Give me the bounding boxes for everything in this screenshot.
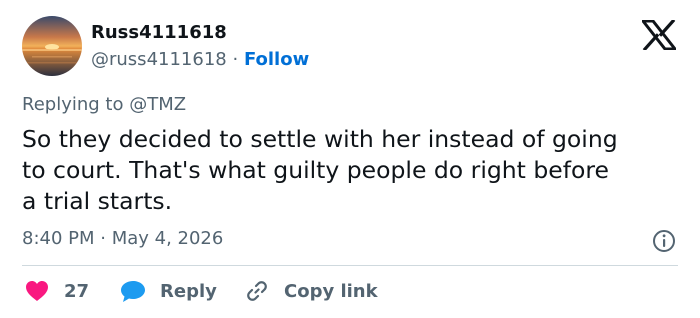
reply-mention-link[interactable]: @TMZ xyxy=(129,94,186,115)
copy-link-label: Copy link xyxy=(284,280,378,302)
like-count: 27 xyxy=(64,280,90,302)
tweet-text-line: to court. That's what guilty people do r… xyxy=(22,156,609,184)
author-handle-line: @russ4111618 · Follow xyxy=(91,48,309,72)
divider xyxy=(22,265,678,266)
author-display-name[interactable]: Russ4111618 xyxy=(91,21,227,45)
separator-dot: · xyxy=(232,49,239,70)
heart-icon xyxy=(24,278,50,304)
tweet-text: So they decided to settle with her inste… xyxy=(22,124,682,217)
tweet-actions: 27 Reply Copy link xyxy=(22,276,682,306)
tweet-text-line: So they decided to settle with her inste… xyxy=(22,125,618,153)
link-icon xyxy=(244,278,270,304)
speech-bubble-icon xyxy=(120,278,146,304)
author-handle[interactable]: @russ4111618 xyxy=(91,49,227,70)
like-button[interactable]: 27 xyxy=(24,276,89,306)
tweet-text-line: a trial starts. xyxy=(22,187,173,215)
replying-prefix: Replying to xyxy=(22,94,124,115)
replying-to: Replying to @TMZ xyxy=(22,93,186,117)
avatar[interactable] xyxy=(22,16,82,76)
info-icon[interactable] xyxy=(652,229,676,253)
tweet-timestamp[interactable]: 8:40 PM · May 4, 2026 xyxy=(22,227,223,251)
reply-button[interactable]: Reply xyxy=(120,276,217,306)
copy-link-button[interactable]: Copy link xyxy=(244,276,378,306)
follow-button[interactable]: Follow xyxy=(244,49,309,70)
x-logo-icon[interactable] xyxy=(642,20,676,50)
reply-label: Reply xyxy=(160,280,217,302)
